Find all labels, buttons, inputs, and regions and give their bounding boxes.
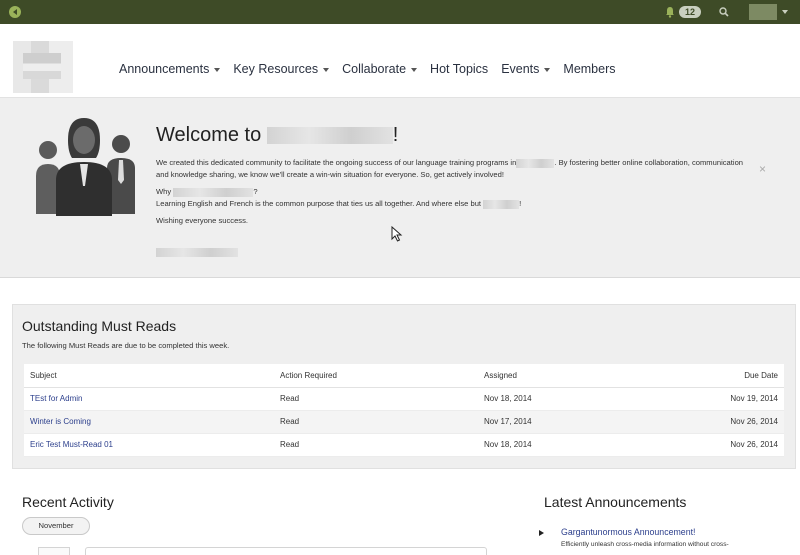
activity-item-card[interactable] bbox=[85, 547, 487, 555]
action-cell: Read bbox=[274, 433, 478, 457]
announcement-link[interactable]: Gargantunormous Announcement! bbox=[561, 527, 695, 537]
mouse-cursor-icon bbox=[391, 226, 403, 242]
main-nav: Announcements Key Resources Collaborate … bbox=[119, 62, 629, 76]
redacted-text bbox=[516, 158, 555, 168]
top-bar: 12 bbox=[0, 0, 800, 24]
welcome-message: We created this dedicated community to f… bbox=[156, 157, 756, 232]
column-header-due-date[interactable]: Due Date bbox=[628, 364, 784, 388]
must-reads-table: Subject Action Required Assigned Due Dat… bbox=[24, 364, 784, 457]
assigned-cell: Nov 17, 2014 bbox=[478, 410, 628, 434]
assigned-cell: Nov 18, 2014 bbox=[478, 433, 628, 457]
latest-announcements-title: Latest Announcements bbox=[544, 494, 687, 510]
action-cell: Read bbox=[274, 387, 478, 411]
welcome-paragraph: We created this dedicated community to f… bbox=[156, 158, 744, 179]
redacted-community-name bbox=[266, 127, 393, 145]
table-row: Winter is Coming Read Nov 17, 2014 Nov 2… bbox=[24, 410, 784, 434]
column-header-action[interactable]: Action Required bbox=[274, 364, 478, 388]
community-logo[interactable] bbox=[13, 41, 73, 93]
redacted-signature bbox=[156, 248, 238, 257]
chevron-down-icon bbox=[411, 67, 418, 72]
welcome-banner: Welcome to ! We created this dedicated c… bbox=[0, 98, 800, 278]
month-filter-pill[interactable]: November bbox=[22, 517, 90, 535]
nav-item-hot-topics[interactable]: Hot Topics bbox=[430, 62, 488, 76]
must-read-link[interactable]: TEst for Admin bbox=[30, 394, 82, 403]
back-icon[interactable] bbox=[9, 6, 21, 18]
must-reads-panel: Outstanding Must Reads The following Mus… bbox=[12, 304, 796, 469]
must-reads-subtitle: The following Must Reads are due to be c… bbox=[22, 341, 230, 350]
why-line: Why ? bbox=[156, 187, 258, 197]
chevron-down-icon bbox=[214, 67, 221, 72]
due-cell: Nov 19, 2014 bbox=[628, 387, 784, 411]
must-reads-title: Outstanding Must Reads bbox=[22, 318, 177, 334]
chevron-down-icon bbox=[544, 67, 551, 72]
table-header-row: Subject Action Required Assigned Due Dat… bbox=[24, 364, 784, 388]
due-cell: Nov 26, 2014 bbox=[628, 410, 784, 434]
nav-item-key-resources[interactable]: Key Resources bbox=[233, 62, 330, 76]
must-read-link[interactable]: Eric Test Must-Read 01 bbox=[30, 440, 113, 449]
welcome-title: Welcome to ! bbox=[156, 124, 399, 146]
redacted-text bbox=[483, 199, 520, 209]
recent-activity-title: Recent Activity bbox=[22, 494, 114, 510]
must-read-link[interactable]: Winter is Coming bbox=[30, 417, 91, 426]
column-header-subject[interactable]: Subject bbox=[24, 364, 274, 388]
chevron-down-icon[interactable] bbox=[782, 10, 788, 14]
column-header-assigned[interactable]: Assigned bbox=[478, 364, 628, 388]
assigned-cell: Nov 18, 2014 bbox=[478, 387, 628, 411]
nav-item-members[interactable]: Members bbox=[563, 62, 615, 76]
nav-item-events[interactable]: Events bbox=[501, 62, 551, 76]
user-avatar[interactable] bbox=[749, 4, 777, 20]
notification-count-badge[interactable]: 12 bbox=[679, 6, 701, 18]
site-header: Announcements Key Resources Collaborate … bbox=[0, 24, 800, 98]
bell-icon[interactable] bbox=[664, 6, 676, 18]
chevron-down-icon bbox=[323, 67, 330, 72]
table-row: TEst for Admin Read Nov 18, 2014 Nov 19,… bbox=[24, 387, 784, 411]
redacted-text bbox=[173, 187, 254, 197]
announcement-snippet: Efficiently unleash cross-media informat… bbox=[561, 541, 729, 548]
nav-item-announcements[interactable]: Announcements bbox=[119, 62, 221, 76]
activity-avatar bbox=[38, 547, 70, 555]
purpose-line: Learning English and French is the commo… bbox=[156, 199, 522, 209]
due-cell: Nov 26, 2014 bbox=[628, 433, 784, 457]
close-icon[interactable]: × bbox=[759, 162, 766, 176]
wishing-line: Wishing everyone success. bbox=[156, 216, 249, 225]
people-illustration bbox=[36, 118, 135, 216]
search-icon[interactable] bbox=[718, 6, 730, 18]
action-cell: Read bbox=[274, 410, 478, 434]
table-row: Eric Test Must-Read 01 Read Nov 18, 2014… bbox=[24, 433, 784, 457]
expand-arrow-icon[interactable] bbox=[539, 530, 544, 536]
nav-item-collaborate[interactable]: Collaborate bbox=[342, 62, 418, 76]
